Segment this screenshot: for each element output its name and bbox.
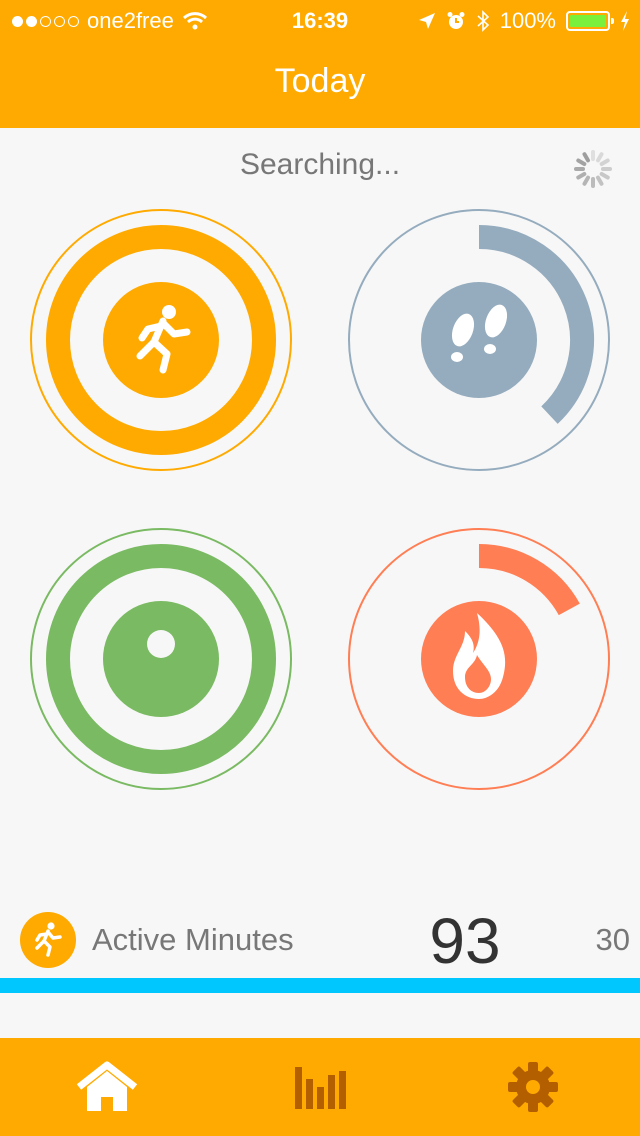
running-person-icon: [103, 282, 219, 398]
home-icon: [76, 1061, 137, 1111]
page-title: Today: [274, 62, 366, 100]
goal-ring-steps[interactable]: [347, 208, 611, 472]
charging-icon: [621, 11, 629, 31]
goal-ring-distance[interactable]: [29, 527, 293, 791]
flame-icon: [421, 601, 537, 717]
metric-progress-fill: [0, 978, 640, 993]
bluetooth-icon: [477, 10, 489, 32]
goal-ring-calories[interactable]: [347, 527, 611, 791]
bar-chart-icon: [294, 1067, 346, 1109]
sync-status-text: Searching...: [239, 148, 401, 181]
battery-percentage: 100%: [499, 8, 556, 33]
calories-progress-arc: [478, 544, 580, 616]
footprints-icon: [421, 282, 537, 398]
status-bar: one2free 16:39 100%: [0, 0, 640, 40]
metric-label: Active Minutes: [92, 922, 294, 957]
tab-stats[interactable]: [213, 1038, 426, 1136]
metric-progress-bar: [0, 978, 640, 993]
goal-ring-active-minutes[interactable]: [29, 208, 293, 472]
tab-home[interactable]: [0, 1038, 213, 1136]
running-person-icon: [20, 912, 76, 968]
location-pin-icon: [103, 601, 219, 717]
app-header: one2free 16:39 100% Today: [0, 0, 640, 128]
gear-icon: [507, 1062, 558, 1112]
tab-settings[interactable]: [426, 1038, 639, 1136]
alarm-icon: [447, 12, 465, 29]
location-arrow-icon: [418, 13, 435, 29]
metric-value: 93: [429, 905, 501, 977]
spinner-icon: [574, 150, 612, 188]
metric-goal: 30: [595, 922, 630, 957]
tab-bar: [0, 1038, 640, 1136]
battery-icon: [566, 11, 614, 31]
metric-summary-row[interactable]: Active Minutes 93 30: [0, 900, 640, 980]
